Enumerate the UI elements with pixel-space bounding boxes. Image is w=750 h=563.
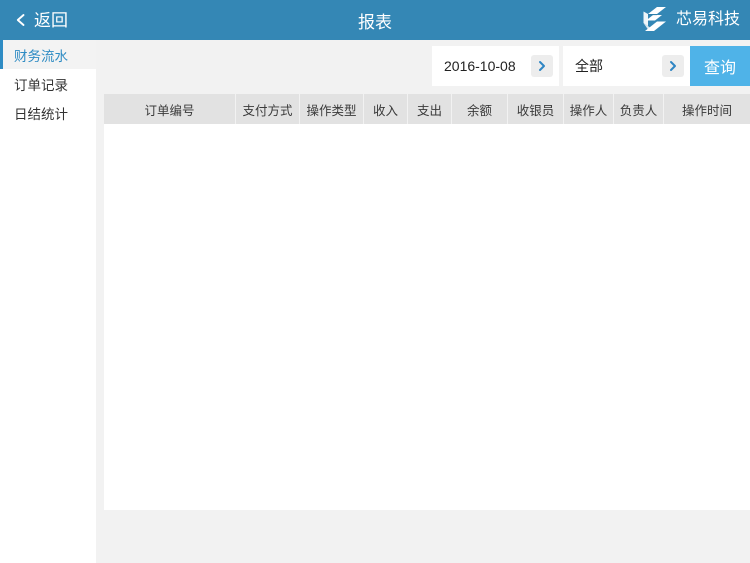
chevron-right-icon (662, 55, 684, 77)
report-page: 返回 报表 芯易科技 财务流水 订单记录 日结统计 2016-10-08 全部 … (0, 0, 750, 563)
report-table: 订单编号 支付方式 操作类型 收入 支出 余额 收银员 操作人 负责人 操作时间 (104, 94, 750, 510)
sidebar-item-order-records[interactable]: 订单记录 (0, 69, 96, 98)
table-body (104, 124, 750, 510)
chevron-right-icon (531, 55, 553, 77)
scope-select-value: 全部 (575, 58, 603, 74)
chevron-left-icon (14, 13, 28, 27)
date-picker-value: 2016-10-08 (444, 58, 516, 74)
app-header: 返回 报表 芯易科技 (0, 0, 750, 40)
sidebar-item-label: 订单记录 (14, 77, 68, 93)
sidebar: 财务流水 订单记录 日结统计 (0, 40, 96, 563)
table-column-header: 订单编号 (104, 94, 236, 124)
date-picker[interactable]: 2016-10-08 (432, 46, 559, 86)
table-column-header: 支出 (408, 94, 452, 124)
table-column-header: 操作时间 (681, 103, 732, 118)
brand-name: 芯易科技 (675, 11, 740, 28)
scope-select[interactable]: 全部 (563, 46, 690, 86)
sidebar-item-label: 财务流水 (14, 48, 68, 64)
back-button-label: 返回 (34, 10, 68, 30)
table-column-header: 支付方式 (236, 94, 300, 124)
company-logo-icon (633, 4, 669, 36)
table-column-header: 操作类型 (300, 94, 364, 124)
table-column-header: 操作人 (564, 94, 614, 124)
query-button[interactable]: 查询 (690, 46, 750, 86)
table-header-row: 订单编号 支付方式 操作类型 收入 支出 余额 收银员 操作人 负责人 操作时间 (104, 94, 750, 124)
sidebar-item-label: 日结统计 (14, 106, 68, 122)
sidebar-item-finance-flow[interactable]: 财务流水 (0, 40, 96, 69)
table-column-header: 收银员 (508, 94, 564, 124)
back-button[interactable]: 返回 (8, 0, 74, 40)
filter-controls: 2016-10-08 全部 查询 (432, 46, 750, 86)
sidebar-item-daily-stats[interactable]: 日结统计 (0, 98, 96, 127)
filter-toolbar: 2016-10-08 全部 查询 (96, 40, 750, 88)
table-column-header: 收入 (364, 94, 408, 124)
table-column-header: 余额 (452, 94, 508, 124)
table-column-header: 负责人 (614, 94, 664, 124)
main-content: 2016-10-08 全部 查询 订单编号 支付方式 操作类型 收入 支出 余额… (96, 40, 750, 563)
brand: 芯易科技 (633, 0, 740, 40)
